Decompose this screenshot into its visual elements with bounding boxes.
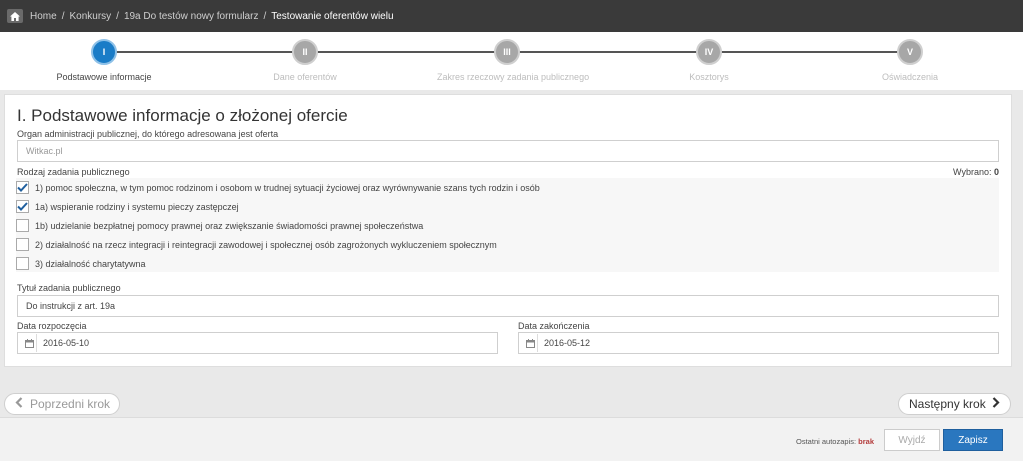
tytul-field[interactable]: Do instrukcji z art. 19a [17, 295, 999, 317]
task-type-option-label: 3) działalność charytatywna [35, 258, 146, 269]
step-2-label: Dane oferentów [273, 72, 337, 82]
task-type-list: 1) pomoc społeczna, w tym pomoc rodzinom… [16, 178, 999, 272]
breadcrumb: Home / Konkursy / 19a Do testów nowy for… [0, 0, 1023, 32]
task-type-option-label: 1a) wspieranie rodziny i systemu pieczy … [35, 201, 239, 212]
task-type-option-4[interactable]: 2) działalność na rzecz integracji i rei… [16, 235, 497, 254]
checkbox-unchecked[interactable] [16, 219, 29, 232]
task-type-option-2[interactable]: 1a) wspieranie rodziny i systemu pieczy … [16, 197, 239, 216]
autosave-value: brak [858, 437, 874, 446]
task-type-option-5[interactable]: 3) działalność charytatywna [16, 254, 146, 273]
step-5[interactable]: V Oświadczenia [840, 39, 980, 82]
next-step-button[interactable]: Następny krok [898, 393, 1011, 415]
task-type-option-3[interactable]: 1b) udzielanie bezpłatnej pomocy prawnej… [16, 216, 423, 235]
breadcrumb-competition[interactable]: 19a Do testów nowy formularz [124, 11, 259, 22]
breadcrumb-konkursy[interactable]: Konkursy [69, 11, 111, 22]
rodzaj-label: Rodzaj zadania publicznego [17, 167, 130, 177]
calendar-icon[interactable] [524, 334, 538, 352]
step-3-label: Zakres rzeczowy zadania publicznego [437, 72, 590, 82]
end-date-label: Data zakończenia [518, 321, 590, 331]
step-1[interactable]: I Podstawowe informacje [34, 39, 174, 82]
form-title: I. Podstawowe informacje o złożonej ofer… [17, 106, 348, 125]
task-type-option-label: 1b) udzielanie bezpłatnej pomocy prawnej… [35, 220, 424, 231]
previous-step-label: Poprzedni krok [30, 397, 111, 411]
autosave-label: Ostatni autozapis: [796, 437, 857, 446]
step-4[interactable]: IV Kosztorys [639, 39, 779, 82]
calendar-icon[interactable] [23, 334, 37, 352]
breadcrumb-home[interactable]: Home [30, 11, 57, 22]
footer-bar: Ostatni autozapis: brak Wyjdź Zapisz [0, 417, 1023, 461]
home-icon[interactable] [7, 9, 23, 23]
step-4-label: Kosztorys [689, 72, 729, 82]
checkbox-checked[interactable] [16, 200, 29, 213]
step-2-circle: II [292, 39, 318, 65]
end-date-value: 2016-05-12 [544, 338, 591, 348]
selected-count: Wybrano: 0 [953, 167, 999, 177]
previous-step-button[interactable]: Poprzedni krok [4, 393, 120, 415]
step-2[interactable]: II Dane oferentów [235, 39, 375, 82]
checkbox-unchecked[interactable] [16, 238, 29, 251]
breadcrumb-separator: / [61, 10, 65, 22]
chevron-right-icon [992, 397, 1000, 411]
task-type-option-label: 2) działalność na rzecz integracji i rei… [35, 239, 497, 250]
start-date-value: 2016-05-10 [43, 338, 90, 348]
start-date-field[interactable]: 2016-05-10 [17, 332, 498, 354]
step-1-label: Podstawowe informacje [56, 72, 152, 82]
task-type-option-1[interactable]: 1) pomoc społeczna, w tym pomoc rodzinom… [16, 178, 540, 197]
exit-button[interactable]: Wyjdź [884, 429, 940, 451]
save-button[interactable]: Zapisz [943, 429, 1003, 451]
autosave-status: Ostatni autozapis: brak [796, 437, 874, 446]
organ-label: Organ administracji publicznej, do które… [17, 129, 279, 139]
end-date-field[interactable]: 2016-05-12 [518, 332, 999, 354]
breadcrumb-separator: / [116, 10, 119, 22]
chevron-left-icon [15, 397, 23, 411]
breadcrumb-separator: / [263, 10, 267, 22]
form-card: I. Podstawowe informacje o złożonej ofer… [4, 94, 1012, 367]
selected-count-value: 0 [993, 167, 999, 177]
tytul-label: Tytuł zadania publicznego [17, 283, 121, 293]
next-step-label: Następny krok [909, 397, 986, 411]
organ-field[interactable]: Witkac.pl [17, 140, 999, 162]
selected-count-label: Wybrano: [953, 167, 992, 177]
task-type-option-label: 1) pomoc społeczna, w tym pomoc rodzinom… [35, 182, 540, 193]
start-date-label: Data rozpoczęcia [17, 321, 87, 331]
step-5-circle: V [897, 39, 923, 65]
step-3[interactable]: III Zakres rzeczowy zadania publicznego [437, 39, 590, 82]
step-3-circle: III [494, 39, 520, 65]
step-4-circle: IV [696, 39, 722, 65]
step-1-circle: I [91, 39, 117, 65]
step-5-label: Oświadczenia [881, 72, 939, 82]
breadcrumb-current: Testowanie oferentów wielu [271, 10, 394, 22]
checkbox-checked[interactable] [16, 181, 29, 194]
wizard-stepper: I Podstawowe informacje II Dane oferentó… [0, 32, 1023, 90]
checkbox-unchecked[interactable] [16, 257, 29, 270]
